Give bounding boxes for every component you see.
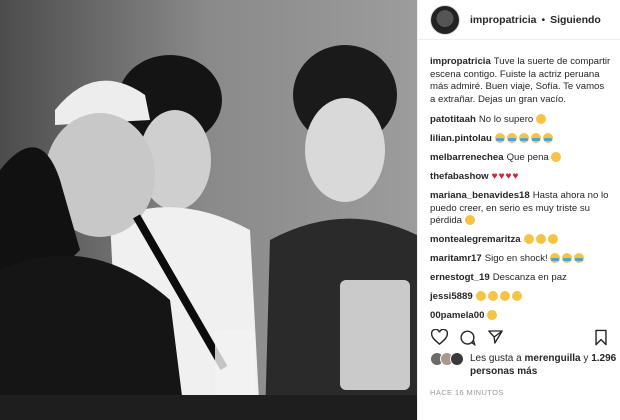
likes-summary: Les gusta a merenguilla y 1.296 personas…: [430, 352, 620, 378]
liker-avatars[interactable]: [430, 352, 464, 378]
photo-illustration: [0, 0, 417, 420]
comment-username[interactable]: jessi5889: [430, 291, 473, 302]
comment-username[interactable]: mariana_benavides18: [430, 190, 530, 201]
cry-face-emoji-icon: [506, 133, 517, 143]
comment-username[interactable]: melbarrenechea: [430, 152, 504, 163]
likes-prefix: Les gusta a: [470, 353, 525, 364]
post-side-panel: impropatricia • Siguiendo impropatricia T…: [417, 0, 620, 420]
follow-button[interactable]: Siguiendo: [550, 14, 601, 26]
comment-text: Que pena: [506, 152, 549, 163]
comment-item: melbarrenechea Que pena: [430, 152, 612, 165]
cry-face-emoji-icon: [562, 253, 573, 263]
sad-face-emoji-icon: [464, 215, 475, 225]
likes-user[interactable]: merenguilla: [524, 353, 580, 364]
header-username[interactable]: impropatricia: [470, 14, 537, 26]
sad-face-emoji-icon: [487, 291, 498, 301]
share-icon[interactable]: [486, 328, 504, 346]
heart-emoji-icon: ♥: [498, 171, 505, 182]
comment-item: lilian.pintolau: [430, 133, 612, 146]
comment-list: impropatricia Tuve la suerte de compartir…: [418, 40, 620, 323]
likes-text: Les gusta a merenguilla y 1.296 personas…: [470, 352, 620, 378]
comment-item: thefabashow ♥♥♥♥: [430, 171, 612, 184]
post-photo[interactable]: [0, 0, 417, 420]
post-header: impropatricia • Siguiendo: [418, 0, 620, 40]
comment-username[interactable]: maritamr17: [430, 253, 482, 264]
caption: impropatricia Tuve la suerte de compartir…: [430, 56, 612, 106]
sad-face-emoji-icon: [547, 234, 558, 244]
cry-face-emoji-icon: [550, 253, 561, 263]
comment-item: patotitaah No lo supero: [430, 114, 612, 127]
comment-item: 00pamela00: [430, 310, 612, 323]
caption-username[interactable]: impropatricia: [430, 56, 491, 67]
sad-face-emoji-icon: [551, 152, 562, 162]
heart-emoji-icon: ♥: [505, 171, 512, 182]
cry-face-emoji-icon: [518, 133, 529, 143]
comment-username[interactable]: thefabashow: [430, 171, 489, 182]
heart-emoji-icon: ♥: [512, 171, 519, 182]
comment-bubble-icon[interactable]: [458, 328, 476, 346]
bookmark-icon[interactable]: [592, 328, 610, 346]
sad-face-emoji-icon: [511, 291, 522, 301]
heart-icon[interactable]: [430, 328, 448, 346]
header-separator: •: [541, 13, 546, 26]
comment-username[interactable]: ernestogt_19: [430, 272, 490, 283]
cry-face-emoji-icon: [542, 133, 553, 143]
comment-username[interactable]: lilian.pintolau: [430, 133, 492, 144]
cry-face-emoji-icon: [530, 133, 541, 143]
comment-text: Sigo en shock!: [484, 253, 548, 264]
heart-emoji-icon: ♥: [491, 171, 498, 182]
comment-username[interactable]: 00pamela00: [430, 310, 484, 321]
comment-item: montealegremaritza: [430, 234, 612, 247]
sad-face-emoji-icon: [487, 310, 498, 320]
avatar: [450, 352, 464, 366]
comment-item: mariana_benavides18 Hasta ahora no lo pue…: [430, 190, 612, 228]
comment-text: Descanza en paz: [492, 272, 567, 283]
sad-face-emoji-icon: [535, 114, 546, 124]
comment-username[interactable]: montealegremaritza: [430, 234, 521, 245]
action-bar: [430, 327, 610, 347]
sad-face-emoji-icon: [499, 291, 510, 301]
header-text: impropatricia • Siguiendo: [470, 14, 601, 26]
comment-item: ernestogt_19 Descanza en paz: [430, 272, 612, 285]
post-timestamp[interactable]: HACE 16 MINUTOS: [430, 388, 504, 397]
comment-item: maritamr17 Sigo en shock!: [430, 253, 612, 266]
avatar[interactable]: [430, 4, 460, 35]
cry-face-emoji-icon: [494, 133, 505, 143]
comment-item: jessi5889: [430, 291, 612, 304]
sad-face-emoji-icon: [535, 234, 546, 244]
sad-face-emoji-icon: [475, 291, 486, 301]
sad-face-emoji-icon: [523, 234, 534, 244]
comment-username[interactable]: patotitaah: [430, 114, 476, 125]
cry-face-emoji-icon: [574, 253, 585, 263]
likes-middle: y: [580, 353, 592, 364]
comment-text: No lo supero: [478, 114, 534, 125]
